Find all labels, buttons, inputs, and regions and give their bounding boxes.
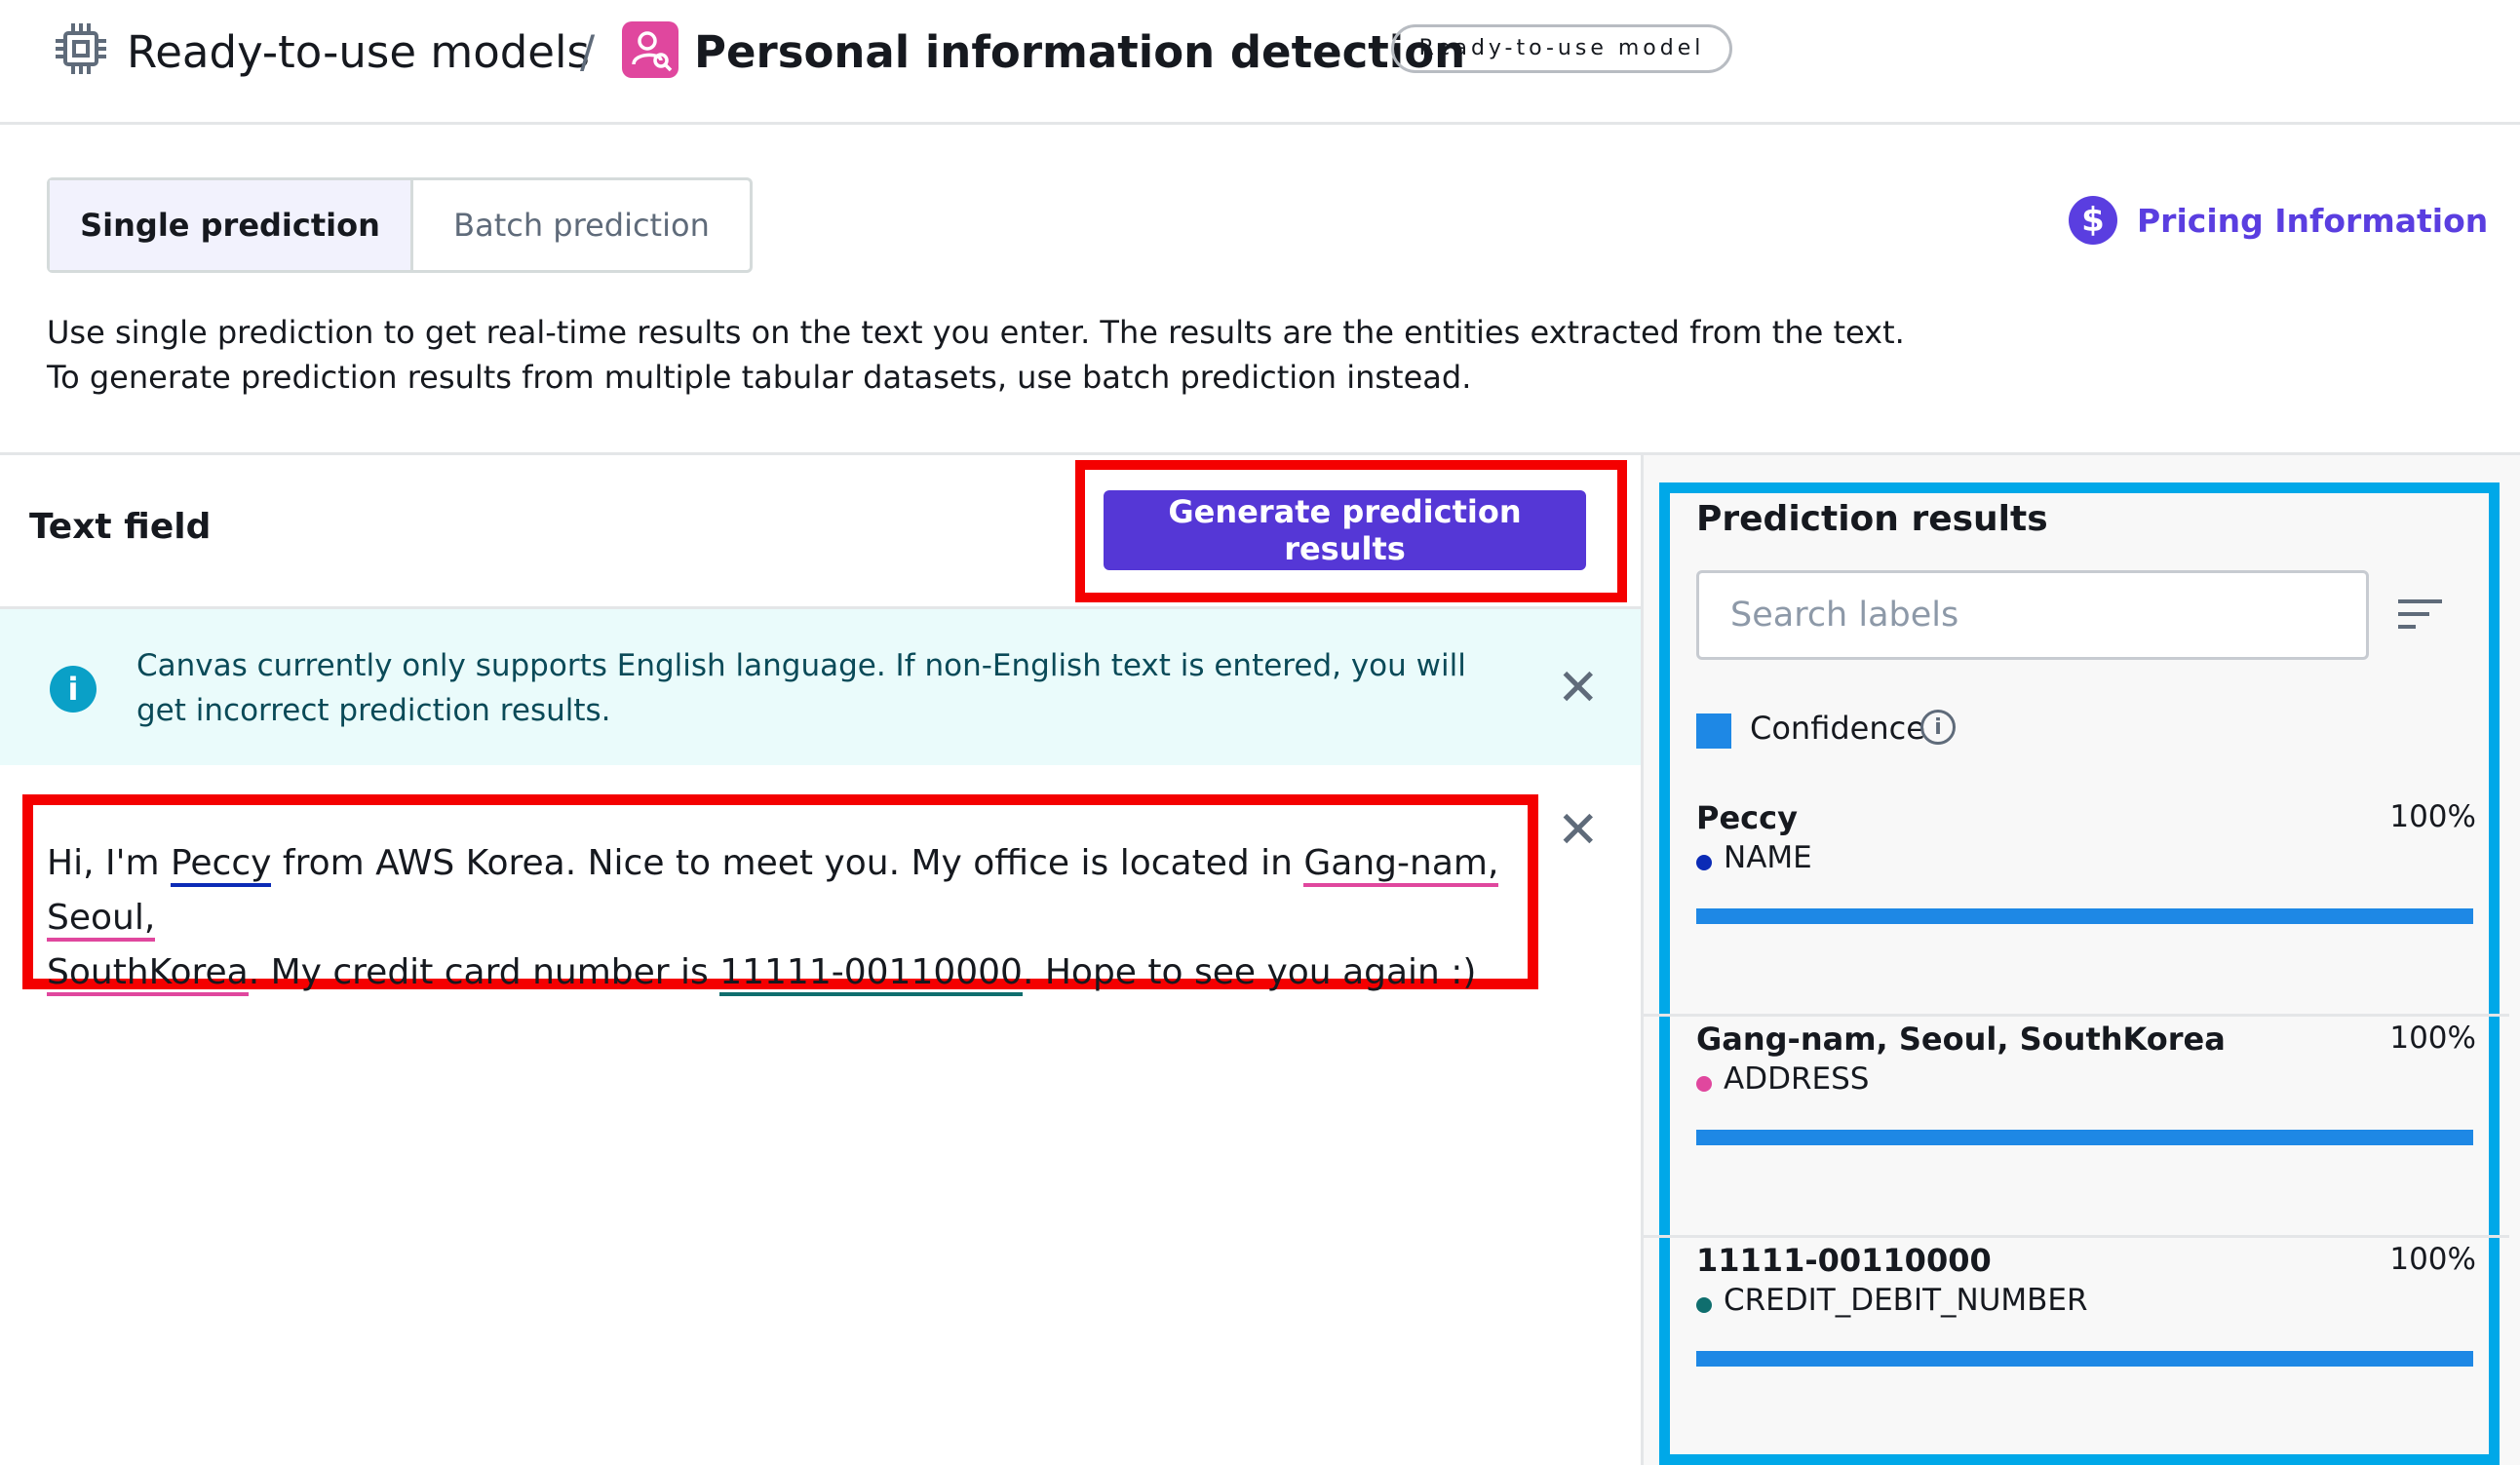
result-item[interactable]: 11111-00110000 100% CREDIT_DEBIT_NUMBER (1696, 1242, 2476, 1456)
breadcrumb-separator: / (580, 26, 596, 78)
description-line-1: Use single prediction to get real-time r… (47, 314, 1905, 351)
result-entity: Gang-nam, Seoul, SouthKorea (1696, 1021, 2226, 1058)
breadcrumb-ready-to-use-models[interactable]: Ready-to-use models (127, 23, 590, 82)
text-segment: Hi, I'm (47, 843, 171, 883)
tab-single-prediction[interactable]: Single prediction (50, 180, 413, 270)
info-icon: i (50, 666, 97, 713)
chip-icon (56, 23, 106, 74)
result-divider (1644, 1014, 2509, 1017)
person-search-icon (622, 21, 678, 78)
confidence-bar (1696, 1130, 2473, 1145)
result-confidence: 100% (2389, 1021, 2476, 1056)
confidence-bar (1696, 908, 2473, 924)
confidence-bar-fill (1696, 1130, 2473, 1145)
tab-batch-prediction[interactable]: Batch prediction (413, 180, 750, 270)
label-dot-icon (1696, 1297, 1712, 1313)
dollar-icon: $ (2069, 196, 2117, 245)
text-field-label: Text field (29, 507, 212, 547)
result-entity: 11111-00110000 (1696, 1242, 1992, 1279)
label-dot-icon (1696, 855, 1712, 870)
text-segment: . My credit card number is (248, 952, 720, 992)
result-item[interactable]: Peccy 100% NAME (1696, 799, 2476, 1014)
result-divider (1644, 1235, 2509, 1238)
confidence-legend-label: Confidence (1750, 710, 1925, 747)
pricing-information-link[interactable]: $ Pricing Information (2069, 191, 2488, 250)
result-label: CREDIT_DEBIT_NUMBER (1724, 1283, 2088, 1318)
result-label: NAME (1724, 840, 1812, 875)
text-input[interactable]: Hi, I'm Peccy from AWS Korea. Nice to me… (47, 836, 1529, 1000)
generate-prediction-results-button[interactable]: Generate prediction results (1104, 490, 1586, 570)
sort-icon[interactable] (2398, 599, 2442, 631)
result-item[interactable]: Gang-nam, Seoul, SouthKorea 100% ADDRESS (1696, 1021, 2476, 1235)
entity-credit-card-highlight: 11111-00110000 (719, 952, 1023, 996)
description: Use single prediction to get real-time r… (47, 310, 1905, 400)
label-dot-icon (1696, 1076, 1712, 1092)
alert-close-icon[interactable]: ✕ (1557, 663, 1600, 713)
result-entity: Peccy (1696, 799, 1798, 836)
confidence-bar-fill (1696, 908, 2473, 924)
clear-text-icon[interactable]: ✕ (1557, 805, 1600, 856)
page-title: Personal information detection (694, 26, 1466, 78)
text-segment: . Hope to see you again :) (1022, 952, 1477, 992)
result-confidence: 100% (2389, 1242, 2476, 1277)
model-type-badge: Ready-to-use model (1391, 24, 1732, 73)
prediction-results-title: Prediction results (1696, 499, 2048, 539)
confidence-bar-fill (1696, 1351, 2473, 1367)
confidence-legend-swatch (1696, 713, 1731, 749)
text-segment: from AWS Korea. Nice to meet you. My off… (271, 843, 1304, 883)
entity-name-highlight: Peccy (170, 843, 272, 887)
result-confidence: 100% (2389, 799, 2476, 834)
search-labels-input[interactable] (1696, 570, 2369, 660)
prediction-mode-tabs: Single prediction Batch prediction (47, 177, 753, 273)
pricing-label: Pricing Information (2137, 201, 2489, 240)
confidence-info-icon[interactable]: i (1920, 710, 1956, 745)
result-label: ADDRESS (1724, 1061, 1870, 1097)
confidence-bar (1696, 1351, 2473, 1367)
entity-address-highlight-2: SouthKorea (47, 952, 249, 996)
alert-message: Canvas currently only supports English l… (136, 648, 1466, 728)
description-line-2: To generate prediction results from mult… (47, 359, 1472, 396)
